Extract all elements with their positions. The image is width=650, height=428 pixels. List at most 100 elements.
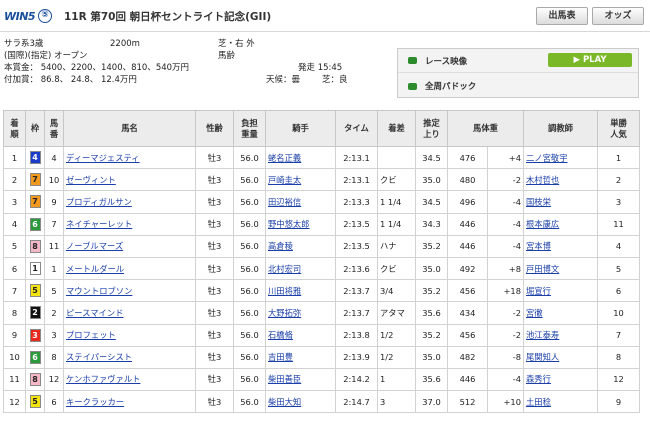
- trainer-cell[interactable]: 森秀行: [523, 367, 598, 392]
- trainer-cell[interactable]: 木村哲也: [523, 168, 598, 192]
- table-row: 4 6 7 ネイチャーレット 牡3 56.0 野中悠太郎 2:13.5 1 1/4 34.3 446…: [3, 212, 640, 236]
- horse-name-cell[interactable]: プロディガルサン: [63, 190, 196, 214]
- jockey-cell[interactable]: 北村宏司: [265, 256, 336, 281]
- entries-button[interactable]: 出馬表: [536, 7, 588, 25]
- trainer-link[interactable]: 尾関知人: [526, 352, 559, 362]
- trainer-cell[interactable]: 国枝栄: [523, 190, 598, 214]
- jockey-cell[interactable]: 柴田大知: [265, 390, 336, 414]
- horse-name-cell[interactable]: ノーブルマーズ: [63, 234, 196, 258]
- trainer-link[interactable]: 森秀行: [526, 374, 551, 384]
- carried-weight-cell: 56.0: [233, 145, 266, 170]
- paddock-row[interactable]: 全周パドック: [398, 74, 638, 98]
- trainer-cell[interactable]: 戸田博文: [523, 256, 598, 281]
- horse-name-cell[interactable]: ケンホファヴァルト: [63, 367, 196, 392]
- number-cell: 6: [44, 390, 64, 414]
- jockey-link[interactable]: 川田将雅: [268, 286, 301, 296]
- trainer-cell[interactable]: 土田稔: [523, 390, 598, 414]
- jockey-cell[interactable]: 川田将雅: [265, 279, 336, 303]
- horse-name-link[interactable]: ピースマインド: [66, 308, 123, 318]
- jockey-cell[interactable]: 吉田豊: [265, 345, 336, 369]
- horse-name-cell[interactable]: ゼーヴィント: [63, 168, 196, 192]
- trainer-cell[interactable]: 堀宣行: [523, 279, 598, 303]
- trainer-link[interactable]: 戸田博文: [526, 264, 559, 274]
- jockey-link[interactable]: 蛯名正義: [268, 153, 301, 163]
- trainer-link[interactable]: 宮徹: [526, 308, 543, 318]
- jockey-cell[interactable]: 蛯名正義: [265, 145, 336, 170]
- horse-name-cell[interactable]: ネイチャーレット: [63, 212, 196, 236]
- time-cell: 2:14.2: [335, 367, 378, 392]
- trainer-cell[interactable]: 宮本博: [523, 234, 598, 258]
- odds-button[interactable]: オッズ: [592, 7, 644, 25]
- jockey-cell[interactable]: 戸崎圭太: [265, 168, 336, 192]
- jockey-cell[interactable]: 野中悠太郎: [265, 212, 336, 236]
- horse-name-link[interactable]: ノーブルマーズ: [66, 241, 123, 251]
- margin-cell: クビ: [377, 256, 416, 281]
- trainer-cell[interactable]: 池江泰寿: [523, 323, 598, 347]
- jockey-link[interactable]: 北村宏司: [268, 264, 301, 274]
- horse-name-link[interactable]: プロディガルサン: [66, 197, 132, 207]
- col-time-header: タイム: [335, 110, 378, 147]
- jockey-cell[interactable]: 大野拓弥: [265, 301, 336, 325]
- horse-name-cell[interactable]: メートルダール: [63, 256, 196, 281]
- trainer-link[interactable]: 堀宣行: [526, 286, 551, 296]
- jockey-link[interactable]: 柴田大知: [268, 397, 301, 407]
- horse-name-link[interactable]: ゼーヴィント: [66, 175, 116, 185]
- jockey-link[interactable]: 高倉稜: [268, 241, 293, 251]
- margin-cell: [377, 145, 416, 170]
- trainer-cell[interactable]: 尾関知人: [523, 345, 598, 369]
- trainer-link[interactable]: 池江泰寿: [526, 330, 559, 340]
- popularity-cell: 11: [597, 212, 640, 236]
- trainer-link[interactable]: 二ノ宮敬宇: [526, 153, 568, 163]
- trainer-link[interactable]: 土田稔: [526, 397, 551, 407]
- weight-change-cell: -2: [487, 323, 524, 347]
- jockey-link[interactable]: 戸崎圭太: [268, 175, 301, 185]
- jockey-cell[interactable]: 高倉稜: [265, 234, 336, 258]
- horse-name-link[interactable]: メートルダール: [66, 264, 124, 274]
- post-time: 発走 15:45: [298, 63, 343, 73]
- trainer-cell[interactable]: 宮徹: [523, 301, 598, 325]
- horse-name-link[interactable]: キークラッカー: [66, 397, 124, 407]
- last-3f-cell: 34.5: [415, 190, 448, 214]
- horse-name-link[interactable]: ケンホファヴァルト: [66, 374, 140, 384]
- horse-name-cell[interactable]: ピースマインド: [63, 301, 196, 325]
- jockey-link[interactable]: 石橋脩: [268, 330, 293, 340]
- horse-name-cell[interactable]: プロフェット: [63, 323, 196, 347]
- body-weight-cell: 476: [447, 145, 488, 170]
- trainer-cell[interactable]: 根本康広: [523, 212, 598, 236]
- horse-name-link[interactable]: ステイパーシスト: [66, 352, 132, 362]
- race-info: サラ系3歳 2200m 芝・右 外 (国際)(指定) オープン 馬齢 本賞金： …: [4, 38, 394, 98]
- horse-name-link[interactable]: マウントロブソン: [66, 286, 132, 296]
- jockey-cell[interactable]: 石橋脩: [265, 323, 336, 347]
- trainer-link[interactable]: 宮本博: [526, 241, 551, 251]
- trainer-link[interactable]: 国枝栄: [526, 197, 551, 207]
- last-3f-cell: 35.6: [415, 301, 448, 325]
- jockey-link[interactable]: 大野拓弥: [268, 308, 301, 318]
- trainer-link[interactable]: 木村哲也: [526, 175, 559, 185]
- jockey-link[interactable]: 吉田豊: [268, 352, 293, 362]
- margin-cell: 1 1/4: [377, 212, 416, 236]
- horse-name-cell[interactable]: ディーマジェスティ: [63, 145, 196, 170]
- horse-name-cell[interactable]: キークラッカー: [63, 390, 196, 414]
- horse-name-link[interactable]: ネイチャーレット: [66, 219, 132, 229]
- jockey-link[interactable]: 野中悠太郎: [268, 219, 310, 229]
- horse-name-link[interactable]: プロフェット: [66, 330, 116, 340]
- table-row: 10 6 8 ステイパーシスト 牡3 56.0 吉田豊 2:13.9 1/2 35.0 482 -8 尾…: [3, 345, 640, 369]
- race-video-row[interactable]: レース映像 ▶ PLAY: [398, 49, 638, 73]
- waku-badge: 5: [29, 284, 41, 298]
- jockey-link[interactable]: 田辺裕信: [268, 197, 301, 207]
- horse-name-link[interactable]: ディーマジェスティ: [66, 153, 140, 163]
- trainer-link[interactable]: 根本康広: [526, 219, 559, 229]
- weight-change-cell: -2: [487, 168, 524, 192]
- paddock-label[interactable]: 全周パドック: [425, 80, 476, 92]
- popularity-cell: 5: [597, 256, 640, 281]
- jockey-cell[interactable]: 田辺裕信: [265, 190, 336, 214]
- time-cell: 2:13.7: [335, 301, 378, 325]
- race-distance: 2200m: [110, 39, 140, 49]
- horse-name-cell[interactable]: マウントロブソン: [63, 279, 196, 303]
- horse-name-cell[interactable]: ステイパーシスト: [63, 345, 196, 369]
- margin-cell: アタマ: [377, 301, 416, 325]
- jockey-link[interactable]: 柴田善臣: [268, 374, 301, 384]
- trainer-cell[interactable]: 二ノ宮敬宇: [523, 145, 598, 170]
- play-button[interactable]: ▶ PLAY: [548, 53, 632, 67]
- jockey-cell[interactable]: 柴田善臣: [265, 367, 336, 392]
